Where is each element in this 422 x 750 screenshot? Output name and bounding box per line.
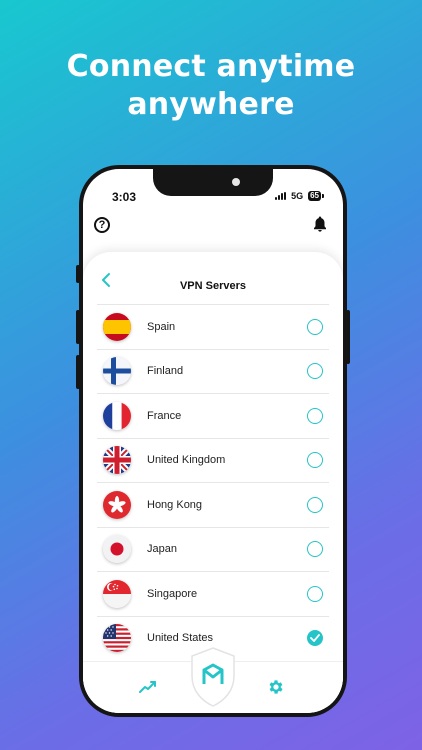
phone-power-button	[346, 310, 350, 364]
country-name: Hong Kong	[147, 498, 203, 511]
server-row-united-kingdom[interactable]: United Kingdom	[97, 437, 329, 483]
country-name: Finland	[147, 365, 184, 378]
shield-logo-icon[interactable]	[189, 646, 237, 708]
status-indicators: 5G 65	[275, 191, 324, 201]
select-radio[interactable]	[307, 585, 323, 602]
uk-flag-icon	[103, 446, 131, 475]
server-row-finland[interactable]: Finland	[97, 348, 329, 394]
singapore-flag-icon	[103, 579, 131, 608]
battery-icon: 65	[308, 191, 324, 201]
bottom-tab-bar	[83, 647, 343, 713]
server-row-singapore[interactable]: Singapore	[97, 571, 329, 616]
phone-screen: 3:03 5G 65 ? VPN Servers Spain Finland F…	[83, 169, 343, 713]
select-radio[interactable]	[307, 452, 323, 469]
check-icon	[310, 634, 320, 643]
select-radio[interactable]	[307, 318, 323, 335]
select-radio[interactable]	[307, 496, 323, 513]
phone-frame: 3:03 5G 65 ? VPN Servers Spain Finland F…	[76, 165, 350, 717]
vpn-servers-sheet: VPN Servers Spain Finland France United …	[83, 252, 343, 713]
select-radio[interactable]	[307, 541, 323, 558]
country-name: United Kingdom	[147, 454, 226, 467]
notch	[153, 169, 273, 196]
headline-line-1: Connect anytime	[66, 49, 356, 84]
country-name: France	[147, 409, 182, 422]
phone-side-button	[76, 265, 80, 283]
server-row-spain[interactable]: Spain	[97, 304, 329, 349]
camera	[232, 178, 240, 186]
stats-icon[interactable]	[139, 680, 157, 694]
server-row-hong-kong[interactable]: Hong Kong	[97, 482, 329, 527]
country-name: Spain	[147, 320, 176, 333]
server-row-france[interactable]: France	[97, 393, 329, 438]
select-radio[interactable]	[307, 363, 323, 380]
country-name: Singapore	[147, 587, 198, 600]
bell-icon[interactable]	[311, 215, 329, 233]
selected-radio[interactable]	[307, 630, 323, 647]
us-flag-icon	[103, 624, 131, 653]
sheet-title: VPN Servers	[179, 280, 247, 292]
signal-icon	[275, 192, 287, 200]
server-list: Spain Finland France United Kingdom Hong…	[83, 304, 343, 660]
france-flag-icon	[103, 401, 131, 430]
sheet-header: VPN Servers	[83, 252, 343, 302]
japan-flag-icon	[103, 535, 131, 564]
gear-icon[interactable]	[267, 678, 285, 696]
select-radio[interactable]	[307, 407, 323, 424]
network-type: 5G	[291, 191, 304, 201]
spain-flag-icon	[103, 312, 131, 341]
country-name: Japan	[147, 543, 177, 556]
help-icon[interactable]: ?	[94, 217, 110, 233]
country-name: United States	[147, 632, 214, 645]
headline-line-2: anywhere	[127, 87, 295, 122]
finland-flag-icon	[103, 357, 131, 386]
status-time: 3:03	[112, 190, 137, 204]
hong-kong-flag-icon	[103, 490, 131, 519]
headline: Connect anytime anywhere	[0, 48, 422, 124]
phone-volume-down	[76, 355, 80, 389]
server-row-japan[interactable]: Japan	[97, 526, 329, 572]
phone-volume-up	[76, 310, 80, 344]
